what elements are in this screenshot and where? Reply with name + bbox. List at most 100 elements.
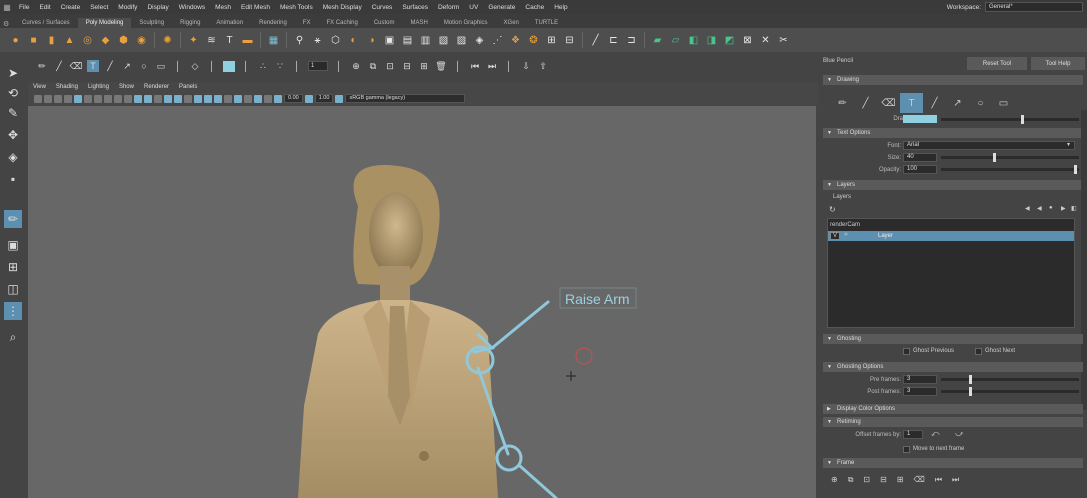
layer-move-down-icon[interactable]: ◀	[1037, 205, 1042, 212]
rectangle-tool-icon[interactable]: ▭	[992, 93, 1015, 113]
frame-section-header[interactable]: ▼ Frame	[823, 458, 1083, 468]
vp-menu-shading[interactable]: Shading	[51, 84, 83, 90]
menu-curves[interactable]: Curves	[367, 4, 398, 11]
next-frame-icon[interactable]: ⏭	[952, 475, 959, 485]
pencil-tool-icon[interactable]: ✏	[831, 93, 854, 113]
poly-cone-icon[interactable]: ▲	[62, 33, 77, 48]
3d-viewport[interactable]: Raise Arm	[28, 106, 816, 498]
menu-mesh-tools[interactable]: Mesh Tools	[275, 4, 318, 11]
depth-of-field-icon[interactable]	[224, 94, 232, 103]
textured-icon[interactable]	[164, 94, 172, 103]
retime-forward-icon[interactable]: ⤻	[955, 429, 964, 439]
slider-knob[interactable]	[1074, 165, 1077, 174]
next-frame-icon[interactable]: ⏭	[486, 60, 498, 72]
spherical-mapping-icon[interactable]: ◨	[704, 33, 719, 48]
layout-single-icon[interactable]: ▣	[4, 236, 22, 254]
rectangle-tool-icon[interactable]: ▭	[155, 60, 167, 72]
vp-menu-renderer[interactable]: Renderer	[139, 84, 174, 90]
arrow-tool-icon[interactable]: ↗	[121, 60, 133, 72]
shelf-tab-animation[interactable]: Animation	[208, 18, 251, 28]
shelf-tab-mash[interactable]: MASH	[403, 18, 436, 28]
multi-cut-grid-icon[interactable]: ▦	[266, 33, 281, 48]
offset-edge-loop-icon[interactable]: ⊐	[624, 33, 639, 48]
resolution-gate-icon[interactable]	[94, 94, 102, 103]
outliner-layout-icon[interactable]: ⋮	[4, 302, 22, 320]
blue-pencil-tool-icon[interactable]: ✏	[4, 210, 22, 228]
layer-visibility-icon[interactable]: ●	[1049, 205, 1053, 211]
ellipse-tool-icon[interactable]: ○	[138, 60, 150, 72]
gamma-field[interactable]: 1.00	[314, 94, 334, 103]
merge-icon[interactable]: ◈	[472, 33, 487, 48]
extrude-icon[interactable]: ▣	[382, 33, 397, 48]
cylindrical-mapping-icon[interactable]: ◧	[686, 33, 701, 48]
menu-deform[interactable]: Deform	[433, 4, 464, 11]
layout-two-icon[interactable]: ◫	[4, 280, 22, 298]
refresh-layers-icon[interactable]: ↻	[829, 205, 836, 214]
svg-icon[interactable]: ▬	[240, 33, 255, 48]
super-shape-icon[interactable]: ≋	[204, 33, 219, 48]
wireframe-on-shaded-icon[interactable]	[154, 94, 162, 103]
menu-file[interactable]: File	[14, 4, 34, 11]
pre-frames-field[interactable]: 3	[903, 375, 937, 384]
xray-icon[interactable]	[244, 94, 252, 103]
import-icon[interactable]: ⇩	[520, 60, 532, 72]
boolean-icon[interactable]: ◐	[346, 33, 361, 48]
marker-tool-icon[interactable]: ╱	[854, 93, 877, 113]
post-frames-field[interactable]: 3	[903, 387, 937, 396]
draw-color-slider[interactable]	[941, 115, 1079, 124]
annotation-text[interactable]: Raise Arm	[565, 291, 630, 307]
isolate-select-icon[interactable]	[234, 94, 242, 103]
shelf-tab-fx-caching[interactable]: FX Caching	[318, 18, 365, 28]
menu-display[interactable]: Display	[142, 4, 173, 11]
gate-mask-icon[interactable]	[104, 94, 112, 103]
character-model[interactable]	[298, 165, 498, 498]
poly-cube-icon[interactable]: ■	[26, 33, 41, 48]
delete-frame-icon[interactable]: ⌫	[914, 475, 925, 485]
tool-help-button[interactable]: Tool Help	[1031, 57, 1085, 70]
layer-add-icon[interactable]: ◧	[1071, 205, 1077, 212]
ghosting-section-header[interactable]: ▼ Ghosting	[823, 334, 1083, 344]
size-slider[interactable]	[941, 153, 1079, 162]
camera-icon[interactable]	[34, 94, 42, 103]
mirror-icon[interactable]: ◑	[364, 33, 379, 48]
sweep-mesh-icon[interactable]: ✦	[186, 33, 201, 48]
uv-editor-icon[interactable]: ▰	[650, 33, 665, 48]
arrow-tool-icon[interactable]: ↗	[946, 93, 969, 113]
poly-torus-icon[interactable]: ◎	[80, 33, 95, 48]
menu-edit[interactable]: Edit	[34, 4, 55, 11]
layers-section-header[interactable]: ▼ Layers	[823, 180, 1083, 190]
layer-ghost-icon[interactable]: »	[844, 231, 848, 238]
menu-windows[interactable]: Windows	[174, 4, 210, 11]
shelf-tab-rigging[interactable]: Rigging	[172, 18, 208, 28]
vp-menu-panels[interactable]: Panels	[174, 84, 202, 90]
menu-mesh[interactable]: Mesh	[210, 4, 236, 11]
shelf-tab-fx[interactable]: FX	[295, 18, 319, 28]
wedge-icon[interactable]: ⊞	[544, 33, 559, 48]
poly-sphere-icon[interactable]: ●	[8, 33, 23, 48]
display-color-options-section-header[interactable]: ▶ Display Color Options	[823, 404, 1083, 414]
bevel-icon[interactable]: ▥	[418, 33, 433, 48]
ghost-next-checkbox[interactable]	[975, 348, 982, 355]
copy-frame-icon[interactable]: ⊟	[401, 60, 413, 72]
vp-menu-view[interactable]: View	[28, 84, 51, 90]
workspace-dropdown[interactable]: General*	[985, 2, 1083, 12]
shelf-tab-curves-surfaces[interactable]: Curves / Surfaces	[14, 18, 78, 28]
safe-action-icon[interactable]	[124, 94, 132, 103]
copy-frame-icon[interactable]: ⊟	[880, 475, 887, 485]
xray-joints-icon[interactable]	[254, 94, 262, 103]
paint-select-tool-icon[interactable]: ✎	[4, 104, 22, 122]
wireframe-icon[interactable]	[134, 94, 142, 103]
grid-icon[interactable]	[74, 94, 82, 103]
diamond-icon[interactable]: ◇	[189, 60, 201, 72]
move-tool-icon[interactable]: ✥	[4, 126, 22, 144]
draw-color-swatch[interactable]	[223, 60, 235, 72]
cut-frame-icon[interactable]: ⊡	[384, 60, 396, 72]
menu-mesh-display[interactable]: Mesh Display	[318, 4, 367, 11]
vp-menu-lighting[interactable]: Lighting	[83, 84, 114, 90]
draw-color-swatch[interactable]	[903, 115, 937, 123]
eraser-tool-icon[interactable]: ⌫	[877, 93, 900, 113]
uv-grid-icon[interactable]: ⊠	[740, 33, 755, 48]
slider-knob[interactable]	[969, 375, 972, 384]
zoom-search-icon[interactable]: ⌕	[4, 328, 22, 346]
combine-icon[interactable]: ⚲	[292, 33, 307, 48]
